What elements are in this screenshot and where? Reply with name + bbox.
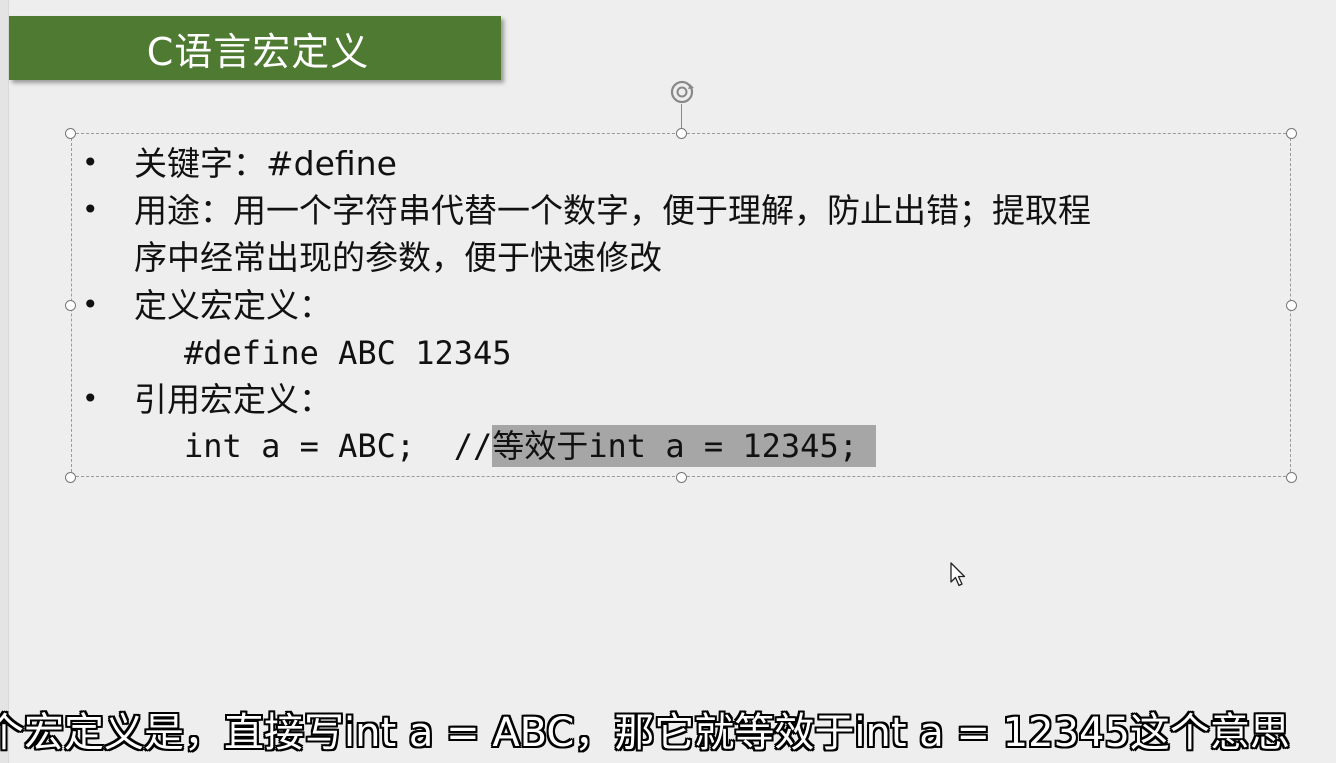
resize-handle-right[interactable]: [1286, 300, 1297, 311]
left-edge: [0, 0, 9, 763]
bullet-keyword: 关键字：#define: [134, 144, 397, 183]
resize-handle-bottom-left[interactable]: [65, 472, 76, 483]
rotate-handle-icon[interactable]: [668, 78, 696, 106]
title-banner: C语言宏定义: [9, 16, 501, 80]
resize-handle-top-left[interactable]: [65, 128, 76, 139]
code-use-highlight: 等效于int a = 12345;: [492, 425, 876, 467]
code-use: int a = ABC; //等效于int a = 12345;: [184, 425, 876, 467]
resize-handle-top-right[interactable]: [1286, 128, 1297, 139]
bullet-icon: •: [82, 288, 99, 321]
slide-title: C语言宏定义: [146, 29, 370, 74]
bullet-purpose-line1: 用途：用一个字符串代替一个数字，便于理解，防止出错；提取程: [134, 191, 1091, 230]
mouse-pointer-icon: [950, 562, 966, 587]
bullet-icon: •: [82, 146, 99, 179]
resize-handle-bottom[interactable]: [676, 472, 687, 483]
resize-handle-left[interactable]: [65, 300, 76, 311]
code-define: #define ABC 12345: [184, 334, 512, 372]
resize-handle-bottom-right[interactable]: [1286, 472, 1297, 483]
slide-canvas: C语言宏定义 • 关键字：#define • 用途：用一个字符串代替一个数字，便…: [0, 0, 1336, 763]
bullet-icon: •: [82, 382, 99, 415]
bullet-define-macro: 定义宏定义：: [134, 286, 332, 325]
code-use-main: int a = ABC; //: [184, 427, 493, 465]
video-subtitle: 个宏定义是，直接写int a = ABC，那它就等效于int a = 12345…: [0, 710, 1290, 756]
bullet-use-macro: 引用宏定义：: [134, 380, 332, 419]
bullet-purpose-line2: 序中经常出现的参数，便于快速修改: [134, 238, 662, 277]
resize-handle-top[interactable]: [676, 128, 687, 139]
bullet-icon: •: [82, 193, 99, 226]
